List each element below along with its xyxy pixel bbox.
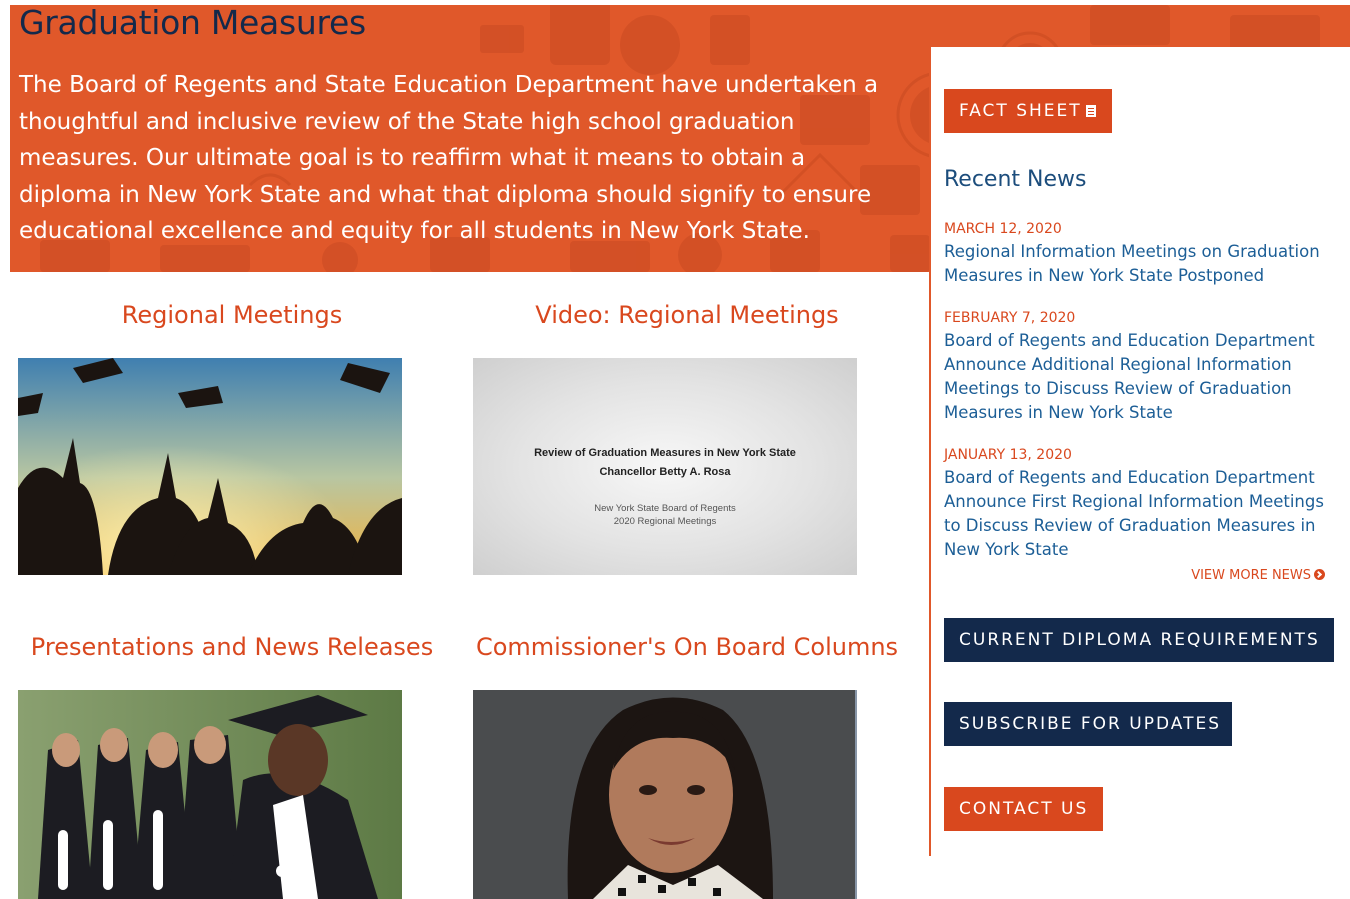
video-subtitle-line: Chancellor Betty A. Rosa xyxy=(599,466,731,478)
card-title-regional-meetings[interactable]: Regional Meetings xyxy=(18,301,446,329)
view-more-news-link[interactable]: VIEW MORE NEWS xyxy=(1191,568,1325,583)
contact-us-button[interactable]: CONTACT US xyxy=(944,787,1103,831)
graduates-celebrating-image[interactable] xyxy=(18,358,402,575)
commissioner-portrait-image[interactable] xyxy=(473,690,857,899)
subscribe-for-updates-button[interactable]: SUBSCRIBE FOR UPDATES xyxy=(944,702,1232,746)
fact-sheet-button[interactable]: FACT SHEET xyxy=(944,89,1112,133)
current-diploma-requirements-button[interactable]: CURRENT DIPLOMA REQUIREMENTS xyxy=(944,618,1334,662)
news-link[interactable]: Board of Regents and Education Departmen… xyxy=(944,329,1344,425)
news-link[interactable]: Board of Regents and Education Departmen… xyxy=(944,466,1344,562)
recent-news-heading: Recent News xyxy=(944,167,1087,192)
document-icon xyxy=(1085,105,1096,117)
fact-sheet-label: FACT SHEET xyxy=(959,101,1082,121)
hero-description: The Board of Regents and State Education… xyxy=(19,72,879,244)
news-date: MARCH 12, 2020 xyxy=(944,221,1062,237)
card-title-presentations[interactable]: Presentations and News Releases xyxy=(18,633,446,661)
news-item: MARCH 12, 2020 Regional Information Meet… xyxy=(944,221,1344,288)
graduates-lineup-image[interactable] xyxy=(18,690,402,899)
news-date: FEBRUARY 7, 2020 xyxy=(944,310,1076,326)
card-title-commissioner-columns[interactable]: Commissioner's On Board Columns xyxy=(473,633,901,661)
news-link[interactable]: Regional Information Meetings on Graduat… xyxy=(944,240,1344,288)
sidebar: FACT SHEET Recent News MARCH 12, 2020 Re… xyxy=(929,47,1350,856)
card-title-video-regional-meetings[interactable]: Video: Regional Meetings xyxy=(473,301,901,329)
video-org-line: New York State Board of Regents xyxy=(594,503,736,514)
video-title-line: Review of Graduation Measures in New Yor… xyxy=(534,447,796,459)
page-title: Graduation Measures xyxy=(19,5,366,42)
chevron-right-circle-icon xyxy=(1314,569,1325,580)
video-thumbnail[interactable]: Review of Graduation Measures in New Yor… xyxy=(473,358,857,575)
news-item: JANUARY 13, 2020 Board of Regents and Ed… xyxy=(944,447,1344,562)
news-date: JANUARY 13, 2020 xyxy=(944,447,1072,463)
view-more-label: VIEW MORE NEWS xyxy=(1191,568,1311,583)
video-event-line: 2020 Regional Meetings xyxy=(613,516,717,527)
news-item: FEBRUARY 7, 2020 Board of Regents and Ed… xyxy=(944,310,1344,425)
